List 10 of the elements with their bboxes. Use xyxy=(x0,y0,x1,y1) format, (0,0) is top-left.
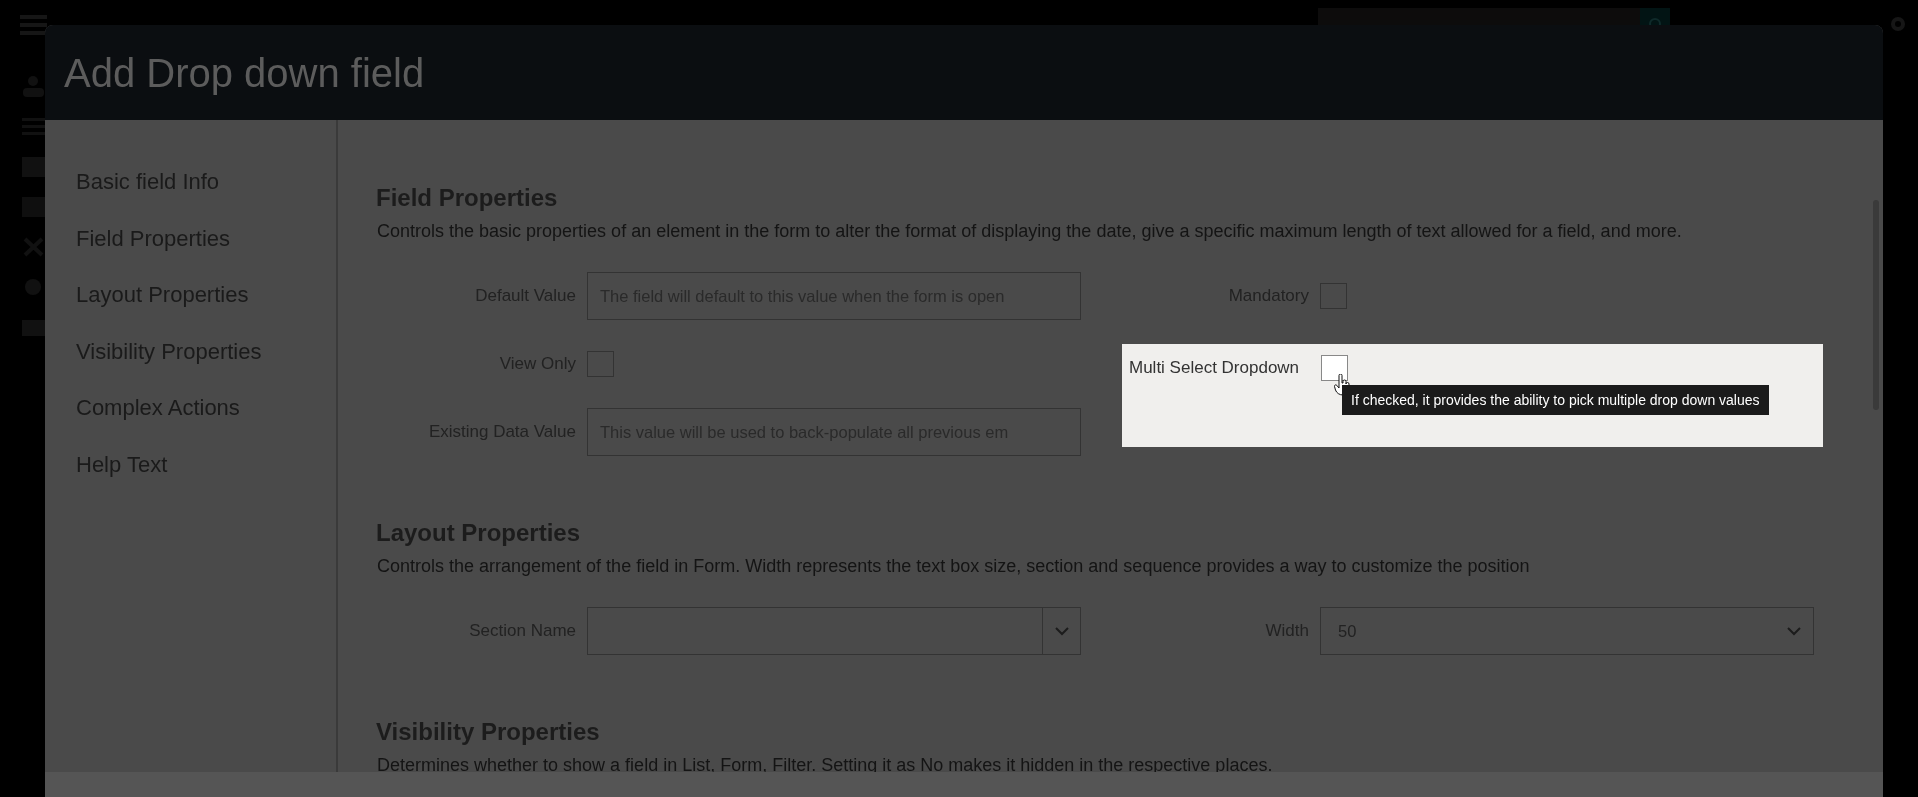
close-icon[interactable] xyxy=(22,237,45,257)
dialog-title: Add Drop down field xyxy=(64,49,425,97)
checkbox[interactable] xyxy=(1321,355,1348,381)
chevron-down-icon xyxy=(1054,626,1069,636)
field-label: Multi Select Dropdown xyxy=(1129,357,1300,380)
tooltip: If checked, it provides the ability to pick multiple drop down values xyxy=(1342,385,1769,415)
combo-field[interactable] xyxy=(587,607,1081,655)
list-icon[interactable] xyxy=(22,117,45,137)
chevron-down-icon xyxy=(1787,626,1801,636)
menu-icon[interactable] xyxy=(20,15,47,35)
